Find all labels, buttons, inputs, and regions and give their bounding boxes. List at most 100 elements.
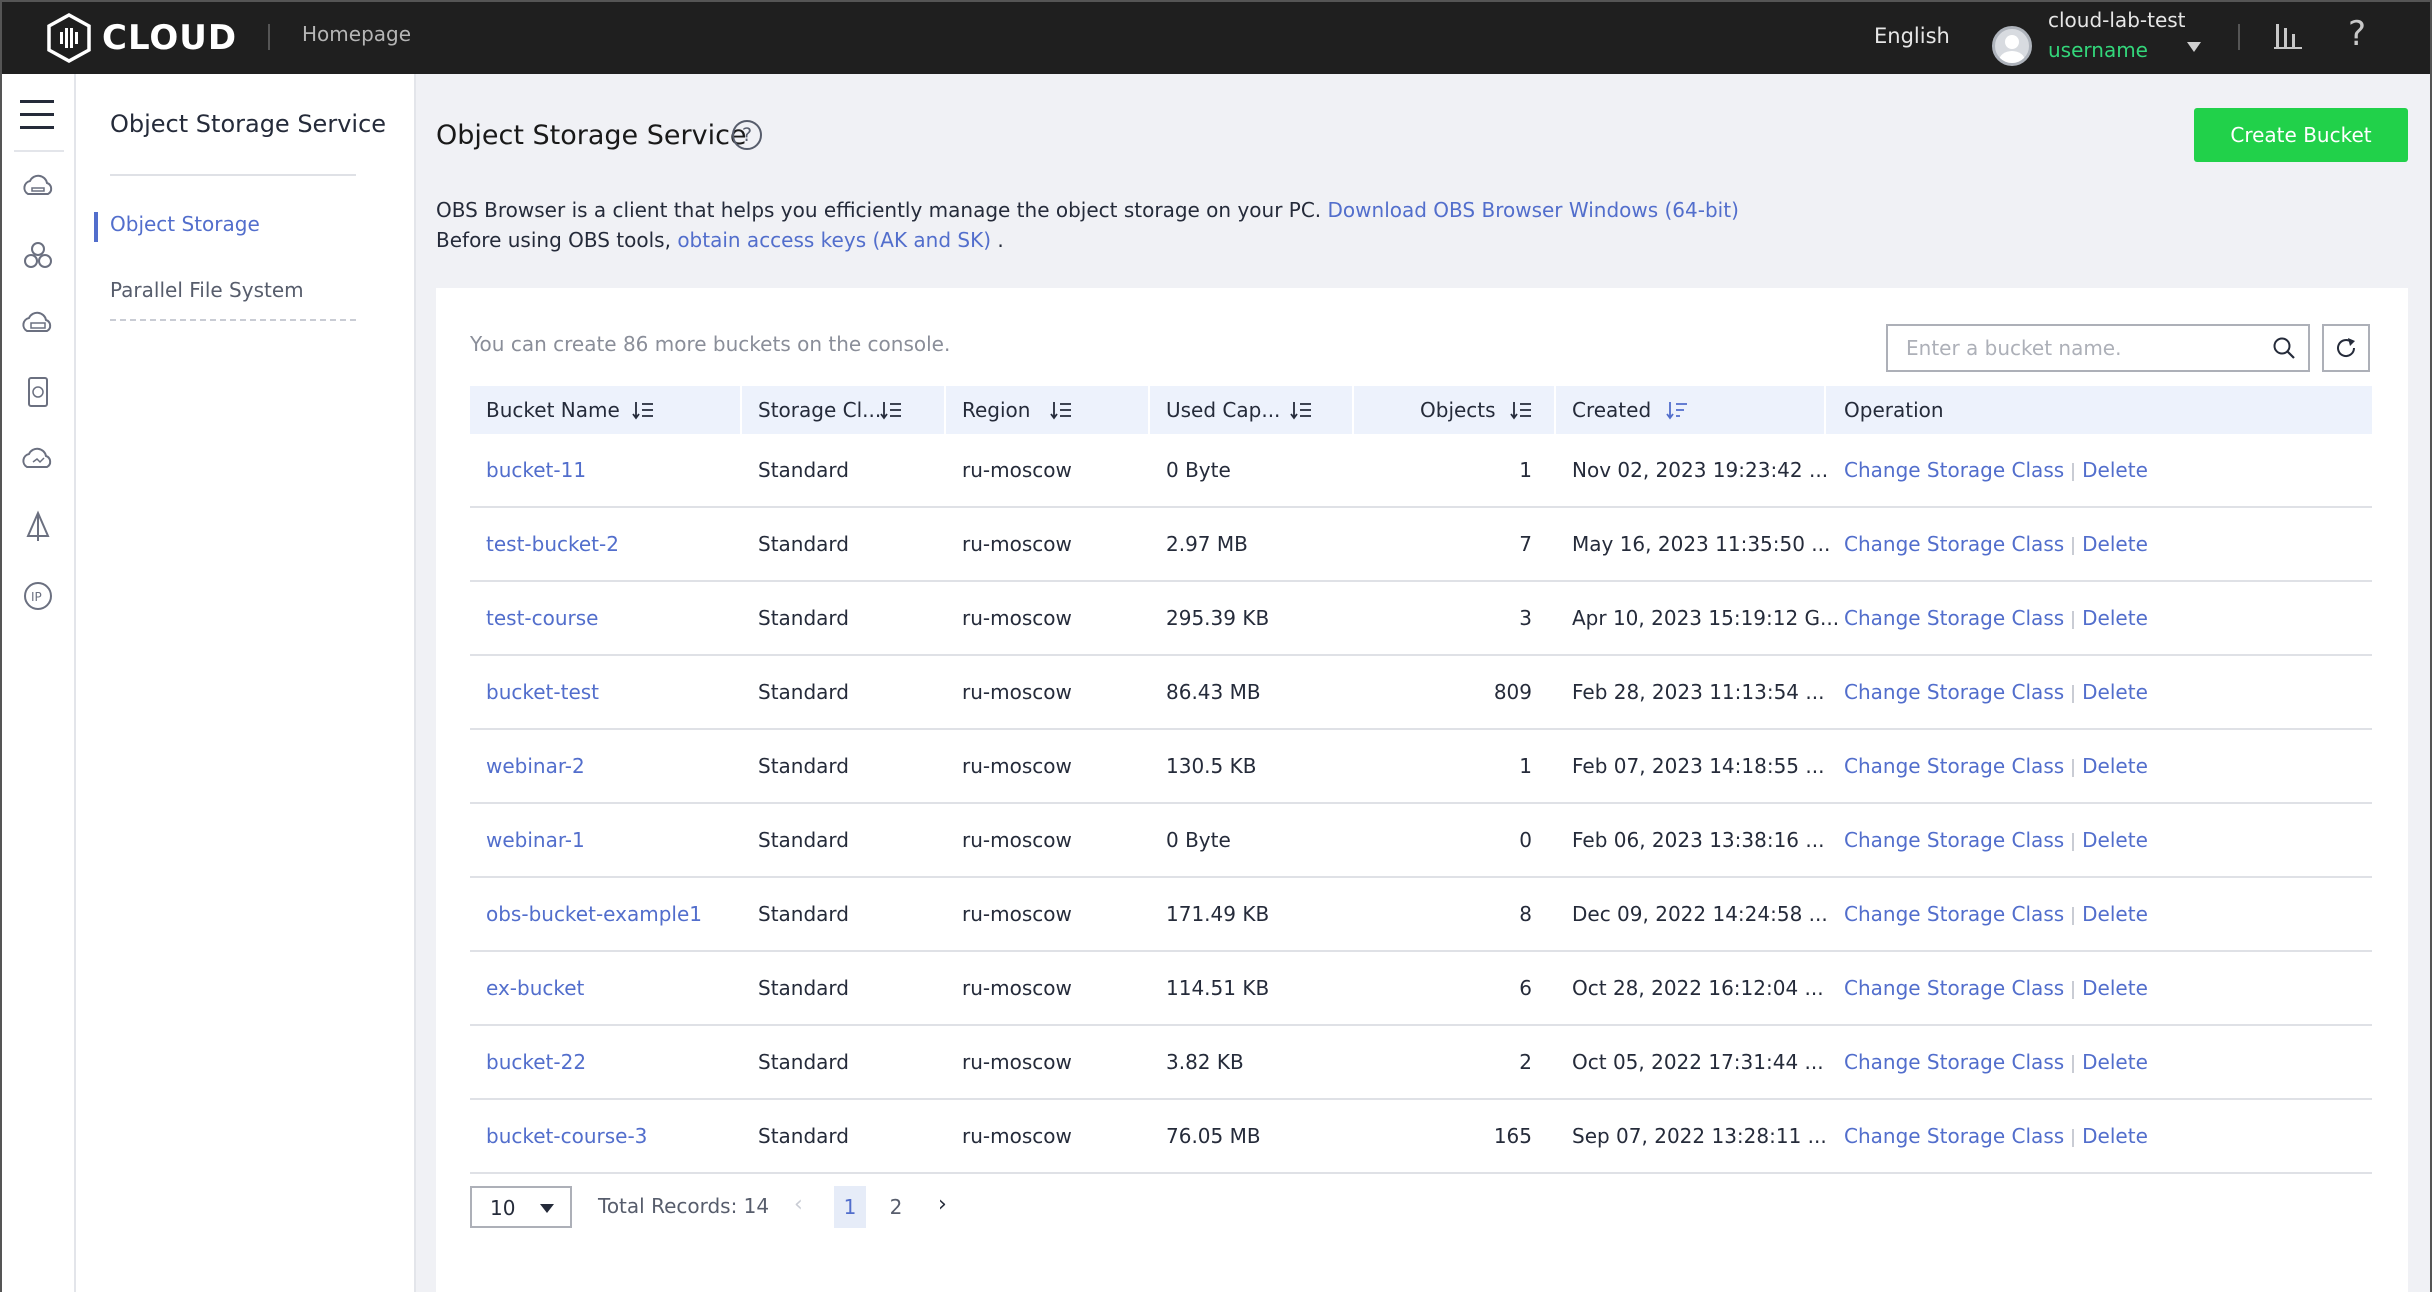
used-capacity-cell: 171.49 KB (1166, 902, 1270, 926)
divider (944, 386, 946, 434)
subnav-item-object-storage[interactable]: Object Storage (110, 212, 260, 236)
refresh-button[interactable] (2322, 324, 2370, 372)
account-dropdown-icon[interactable] (2187, 42, 2201, 52)
username[interactable]: username (2048, 38, 2148, 62)
eip-icon[interactable]: IP (20, 578, 56, 614)
subnav-title: Object Storage Service (110, 110, 387, 138)
help-icon[interactable]: ? (2348, 14, 2366, 54)
change-storage-class-link[interactable]: Change Storage Class (1844, 1050, 2064, 1074)
network-icon[interactable] (20, 510, 56, 546)
table-row: bucket-course-3 Standard ru-moscow 76.05 MB… (470, 1100, 2372, 1174)
divider (1824, 386, 1826, 434)
page-size-select[interactable]: 10 (470, 1186, 572, 1228)
subnav-item-parallel-file-system[interactable]: Parallel File System (110, 278, 304, 302)
table-row: ex-bucket Standard ru-moscow 114.51 KB 6 Oct … (470, 952, 2372, 1026)
delete-link[interactable]: Delete (2082, 532, 2148, 556)
change-storage-class-link[interactable]: Change Storage Class (1844, 828, 2064, 852)
download-obs-browser-link[interactable]: Download OBS Browser Windows (64-bit) (1328, 198, 1739, 222)
page-1-button[interactable]: 1 (834, 1186, 866, 1228)
change-storage-class-link[interactable]: Change Storage Class (1844, 976, 2064, 1000)
delete-link[interactable]: Delete (2082, 606, 2148, 630)
divider (2072, 906, 2075, 925)
bar-chart-icon[interactable] (2274, 22, 2302, 50)
sort-active-icon[interactable] (1666, 400, 1688, 420)
next-page-icon[interactable]: › (938, 1192, 947, 1217)
cloud-server-icon[interactable] (20, 170, 56, 206)
cloud-monitor-icon[interactable] (20, 442, 56, 478)
change-storage-class-link[interactable]: Change Storage Class (1844, 754, 2064, 778)
bucket-search-input[interactable]: Enter a bucket name. (1886, 324, 2310, 372)
objects-cell: 165 (1493, 1124, 1532, 1148)
change-storage-class-link[interactable]: Change Storage Class (1844, 902, 2064, 926)
main-content: Object Storage Service ? Create Bucket O… (416, 74, 2432, 1292)
change-storage-class-link[interactable]: Change Storage Class (1844, 680, 2064, 704)
sort-icon[interactable] (1290, 400, 1312, 420)
delete-link[interactable]: Delete (2082, 458, 2148, 482)
column-header-used-capacity[interactable]: Used Cap... (1166, 386, 1280, 434)
divider (2072, 1054, 2075, 1073)
divider (110, 174, 356, 176)
sort-icon[interactable] (1510, 400, 1532, 420)
bucket-name-link[interactable]: test-course (486, 582, 598, 654)
bucket-name-link[interactable]: bucket-test (486, 656, 599, 728)
info-text: Before using OBS tools, (436, 228, 671, 252)
change-storage-class-link[interactable]: Change Storage Class (1844, 606, 2064, 630)
column-header-storage-class[interactable]: Storage Cl... (758, 386, 881, 434)
bucket-name-link[interactable]: test-bucket-2 (486, 508, 619, 580)
delete-link[interactable]: Delete (2082, 754, 2148, 778)
delete-link[interactable]: Delete (2082, 1050, 2148, 1074)
bucket-name-link[interactable]: bucket-11 (486, 434, 586, 506)
storage-cloud-icon[interactable] (20, 306, 56, 342)
search-icon[interactable] (2272, 336, 2296, 360)
change-storage-class-link[interactable]: Change Storage Class (1844, 1124, 2064, 1148)
column-header-bucket-name[interactable]: Bucket Name (486, 386, 620, 434)
obtain-access-keys-link[interactable]: obtain access keys (AK and SK) (677, 228, 991, 252)
table-row: bucket-test Standard ru-moscow 86.43 MB 809 F… (470, 656, 2372, 730)
cluster-icon[interactable] (20, 238, 56, 274)
previous-page-icon[interactable]: ‹ (794, 1192, 803, 1217)
page-2-button[interactable]: 2 (880, 1186, 912, 1228)
delete-link[interactable]: Delete (2082, 1124, 2148, 1148)
bucket-name-link[interactable]: bucket-course-3 (486, 1100, 647, 1172)
divider (2072, 462, 2075, 481)
divider (2072, 684, 2075, 703)
avatar[interactable] (1992, 26, 2032, 66)
table-row: bucket-11 Standard ru-moscow 0 Byte 1 Nov 02,… (470, 434, 2372, 508)
table-body: bucket-11 Standard ru-moscow 0 Byte 1 Nov 02,… (470, 434, 2372, 1174)
created-cell: Feb 07, 2023 14:18:55 ... (1572, 754, 1825, 778)
create-bucket-button[interactable]: Create Bucket (2194, 108, 2408, 162)
operation-cell: Change Storage Class Delete (1844, 804, 2148, 876)
delete-link[interactable]: Delete (2082, 976, 2148, 1000)
bucket-name-link[interactable]: obs-bucket-example1 (486, 878, 702, 950)
language-selector[interactable]: English (1874, 24, 1950, 48)
column-header-region[interactable]: Region (962, 386, 1030, 434)
menu-icon[interactable] (20, 100, 54, 129)
delete-link[interactable]: Delete (2082, 902, 2148, 926)
operation-cell: Change Storage Class Delete (1844, 508, 2148, 580)
divider (1352, 386, 1354, 434)
bucket-name-link[interactable]: bucket-22 (486, 1026, 586, 1098)
cloud-logo[interactable]: CLOUD (46, 10, 237, 66)
info-line-2: Before using OBS tools, obtain access ke… (436, 228, 1004, 252)
change-storage-class-link[interactable]: Change Storage Class (1844, 532, 2064, 556)
chevron-down-icon (540, 1204, 554, 1213)
column-header-created[interactable]: Created (1572, 386, 1651, 434)
homepage-link[interactable]: Homepage (302, 22, 411, 46)
region-cell: ru-moscow (962, 606, 1072, 630)
help-circle-icon[interactable]: ? (732, 120, 762, 150)
top-bar: CLOUD Homepage English cloud-lab-test us… (0, 0, 2432, 74)
bucket-name-link[interactable]: webinar-2 (486, 730, 585, 802)
bucket-name-link[interactable]: ex-bucket (486, 952, 584, 1024)
column-header-objects[interactable]: Objects (1420, 386, 1496, 434)
operation-cell: Change Storage Class Delete (1844, 952, 2148, 1024)
info-text: OBS Browser is a client that helps you e… (436, 198, 1322, 222)
delete-link[interactable]: Delete (2082, 828, 2148, 852)
sort-icon[interactable] (1050, 400, 1072, 420)
bucket-name-link[interactable]: webinar-1 (486, 804, 585, 876)
account-name[interactable]: cloud-lab-test (2048, 8, 2186, 32)
sort-icon[interactable] (880, 400, 902, 420)
disk-icon[interactable] (20, 374, 56, 410)
delete-link[interactable]: Delete (2082, 680, 2148, 704)
sort-icon[interactable] (632, 400, 654, 420)
change-storage-class-link[interactable]: Change Storage Class (1844, 458, 2064, 482)
